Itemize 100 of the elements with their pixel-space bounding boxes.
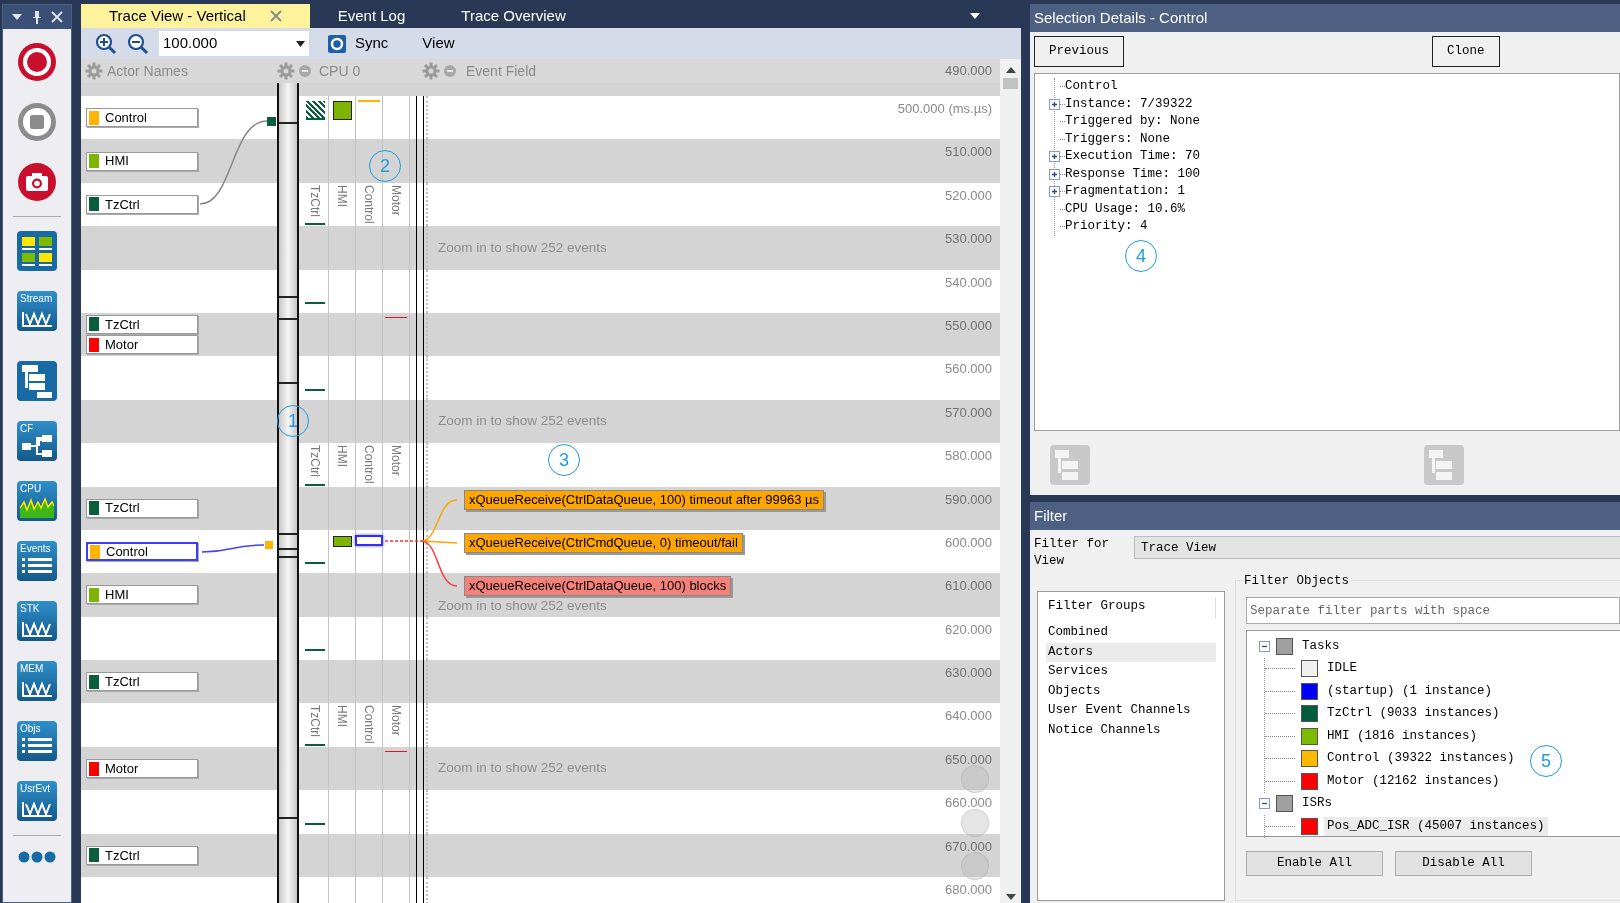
- actor-label[interactable]: Control: [86, 542, 198, 562]
- overview-strip[interactable]: [277, 83, 299, 903]
- tool-button[interactable]: UsrEvt: [17, 781, 57, 821]
- time-tick: 500.000 (ms.µs): [897, 100, 993, 118]
- panel-title: Selection Details - Control: [1030, 4, 1620, 32]
- actor-label[interactable]: Motor: [86, 759, 198, 779]
- time-tick: 650.000: [945, 750, 993, 769]
- lane-label: HMI: [334, 705, 350, 728]
- camera-icon[interactable]: [17, 162, 57, 202]
- stop-icon[interactable]: [17, 102, 57, 142]
- tree-item[interactable]: HMI (1816 instances): [1324, 726, 1481, 746]
- actor-label[interactable]: TzCtrl: [86, 845, 198, 865]
- list-item[interactable]: User Event Channels: [1046, 701, 1216, 721]
- dropdown-icon[interactable]: [11, 13, 24, 21]
- panel-button[interactable]: Disable All: [1395, 851, 1532, 876]
- tab[interactable]: Trace View - Vertical: [81, 4, 310, 28]
- expand-icon[interactable]: [1049, 98, 1060, 110]
- tool-button[interactable]: MEM: [17, 661, 57, 701]
- actor-label[interactable]: HMI: [86, 585, 198, 605]
- column-header: Filter Groups: [1046, 597, 1216, 619]
- time-tick: 580.000: [945, 447, 993, 466]
- tree-item[interactable]: Motor (12162 instances): [1324, 771, 1503, 791]
- tool-button[interactable]: STK: [17, 601, 57, 641]
- scroll-down-icon[interactable]: [1004, 893, 1017, 901]
- zoom-hint: Zoom in to show 252 events: [438, 759, 607, 778]
- tool-button[interactable]: Events: [17, 541, 57, 581]
- tree-item[interactable]: ISRs: [1299, 794, 1335, 814]
- panel-button[interactable]: Previous: [1034, 36, 1124, 67]
- time-tick: 670.000: [945, 837, 993, 856]
- actor-label[interactable]: TzCtrl: [86, 314, 198, 334]
- actor-label[interactable]: Motor: [86, 335, 198, 355]
- event-label[interactable]: xQueueReceive(CtrlDataQueue, 100) timeout after 99963 µs: [464, 489, 824, 510]
- list-item[interactable]: Actors: [1046, 642, 1216, 662]
- tree-item[interactable]: Fragmentation: 1: [1065, 182, 1186, 202]
- lane-label: Motor: [388, 184, 404, 216]
- time-tick: 520.000: [945, 186, 993, 205]
- scrollbar[interactable]: [1000, 59, 1021, 903]
- list-item[interactable]: Objects: [1046, 681, 1216, 701]
- lane-label: Control: [361, 445, 377, 484]
- event-label[interactable]: xQueueReceive(CtrlDataQueue, 100) blocks: [464, 576, 732, 597]
- expand-icon[interactable]: [1049, 186, 1060, 198]
- zoom-in-icon[interactable]: [95, 32, 117, 55]
- zoom-field[interactable]: 100.000: [159, 31, 309, 56]
- close-icon[interactable]: [269, 10, 282, 22]
- tree-item[interactable]: Response Time: 100: [1065, 164, 1201, 184]
- tab[interactable]: Event Log: [309, 4, 434, 28]
- flowchart-icon: [20, 434, 54, 458]
- actor-label[interactable]: TzCtrl: [86, 498, 198, 518]
- event-label[interactable]: xQueueReceive(CtrlCmdQueue, 0) timeout/fail: [464, 532, 743, 553]
- zoom-out-icon[interactable]: [127, 32, 149, 55]
- list-item[interactable]: Combined: [1046, 623, 1216, 643]
- tab[interactable]: Trace Overview: [433, 4, 594, 28]
- tool-button[interactable]: CPU: [17, 481, 57, 521]
- panel-button[interactable]: Enable All: [1246, 851, 1383, 876]
- hierarchy-icon[interactable]: [17, 361, 57, 401]
- panel-button[interactable]: Clone: [1432, 36, 1500, 67]
- record-icon[interactable]: [17, 42, 57, 82]
- collapse-icon[interactable]: [1259, 798, 1270, 810]
- sync-button[interactable]: Sync: [327, 32, 389, 55]
- view-select[interactable]: Trace View: [1134, 536, 1620, 559]
- tool-button[interactable]: Stream: [17, 291, 57, 331]
- collapse-icon[interactable]: [1259, 640, 1270, 652]
- dropdown-icon[interactable]: [969, 12, 981, 20]
- sync-icon: [327, 33, 347, 54]
- tree-item[interactable]: Control (39322 instances): [1324, 749, 1518, 769]
- actor-label[interactable]: TzCtrl: [86, 672, 198, 692]
- scroll-up-icon[interactable]: [1004, 66, 1017, 74]
- lane-label: TzCtrl: [307, 705, 323, 738]
- dashboard-icon[interactable]: [17, 231, 57, 271]
- tree-item[interactable]: Execution Time: 70: [1065, 147, 1201, 167]
- dropdown-icon[interactable]: [296, 40, 305, 47]
- tree-item[interactable]: (startup) (1 instance): [1324, 681, 1496, 701]
- actor-label[interactable]: Control: [86, 108, 198, 128]
- tree-item[interactable]: Tasks: [1299, 636, 1343, 656]
- tree-item[interactable]: Triggered by: None: [1065, 112, 1201, 132]
- view-menu[interactable]: View: [422, 32, 455, 55]
- list-item[interactable]: Notice Channels: [1046, 720, 1216, 740]
- expand-icon[interactable]: [1049, 168, 1060, 180]
- tree-item[interactable]: Control: [1065, 77, 1118, 97]
- tree-item[interactable]: Instance: 7/39322: [1065, 94, 1193, 114]
- actor-label[interactable]: HMI: [86, 151, 198, 171]
- scroll-thumb[interactable]: [1003, 78, 1018, 89]
- list-item[interactable]: Services: [1046, 662, 1216, 682]
- time-tick: 570.000: [945, 403, 993, 422]
- tool-button[interactable]: Objs: [17, 721, 57, 761]
- tree-item[interactable]: Priority: 4: [1065, 217, 1148, 237]
- selected-block[interactable]: [355, 534, 383, 546]
- tree-item[interactable]: IDLE: [1324, 659, 1360, 679]
- actor-label[interactable]: TzCtrl: [86, 194, 198, 214]
- pin-icon[interactable]: [32, 10, 42, 24]
- tree-item[interactable]: Triggers: None: [1065, 129, 1171, 149]
- tool-button[interactable]: CF: [17, 421, 57, 461]
- time-tick: 590.000: [945, 490, 993, 509]
- connector-line: [201, 544, 265, 553]
- tree-item[interactable]: TzCtrl (9033 instances): [1324, 704, 1503, 724]
- tree-item[interactable]: CPU Usage: 10.6%: [1065, 199, 1186, 219]
- more-icon[interactable]: [17, 850, 57, 864]
- expand-icon[interactable]: [1049, 151, 1060, 163]
- search-field[interactable]: Separate filter parts with space: [1246, 597, 1620, 624]
- tree-item[interactable]: Pos_ADC_ISR (45007 instances): [1324, 816, 1548, 836]
